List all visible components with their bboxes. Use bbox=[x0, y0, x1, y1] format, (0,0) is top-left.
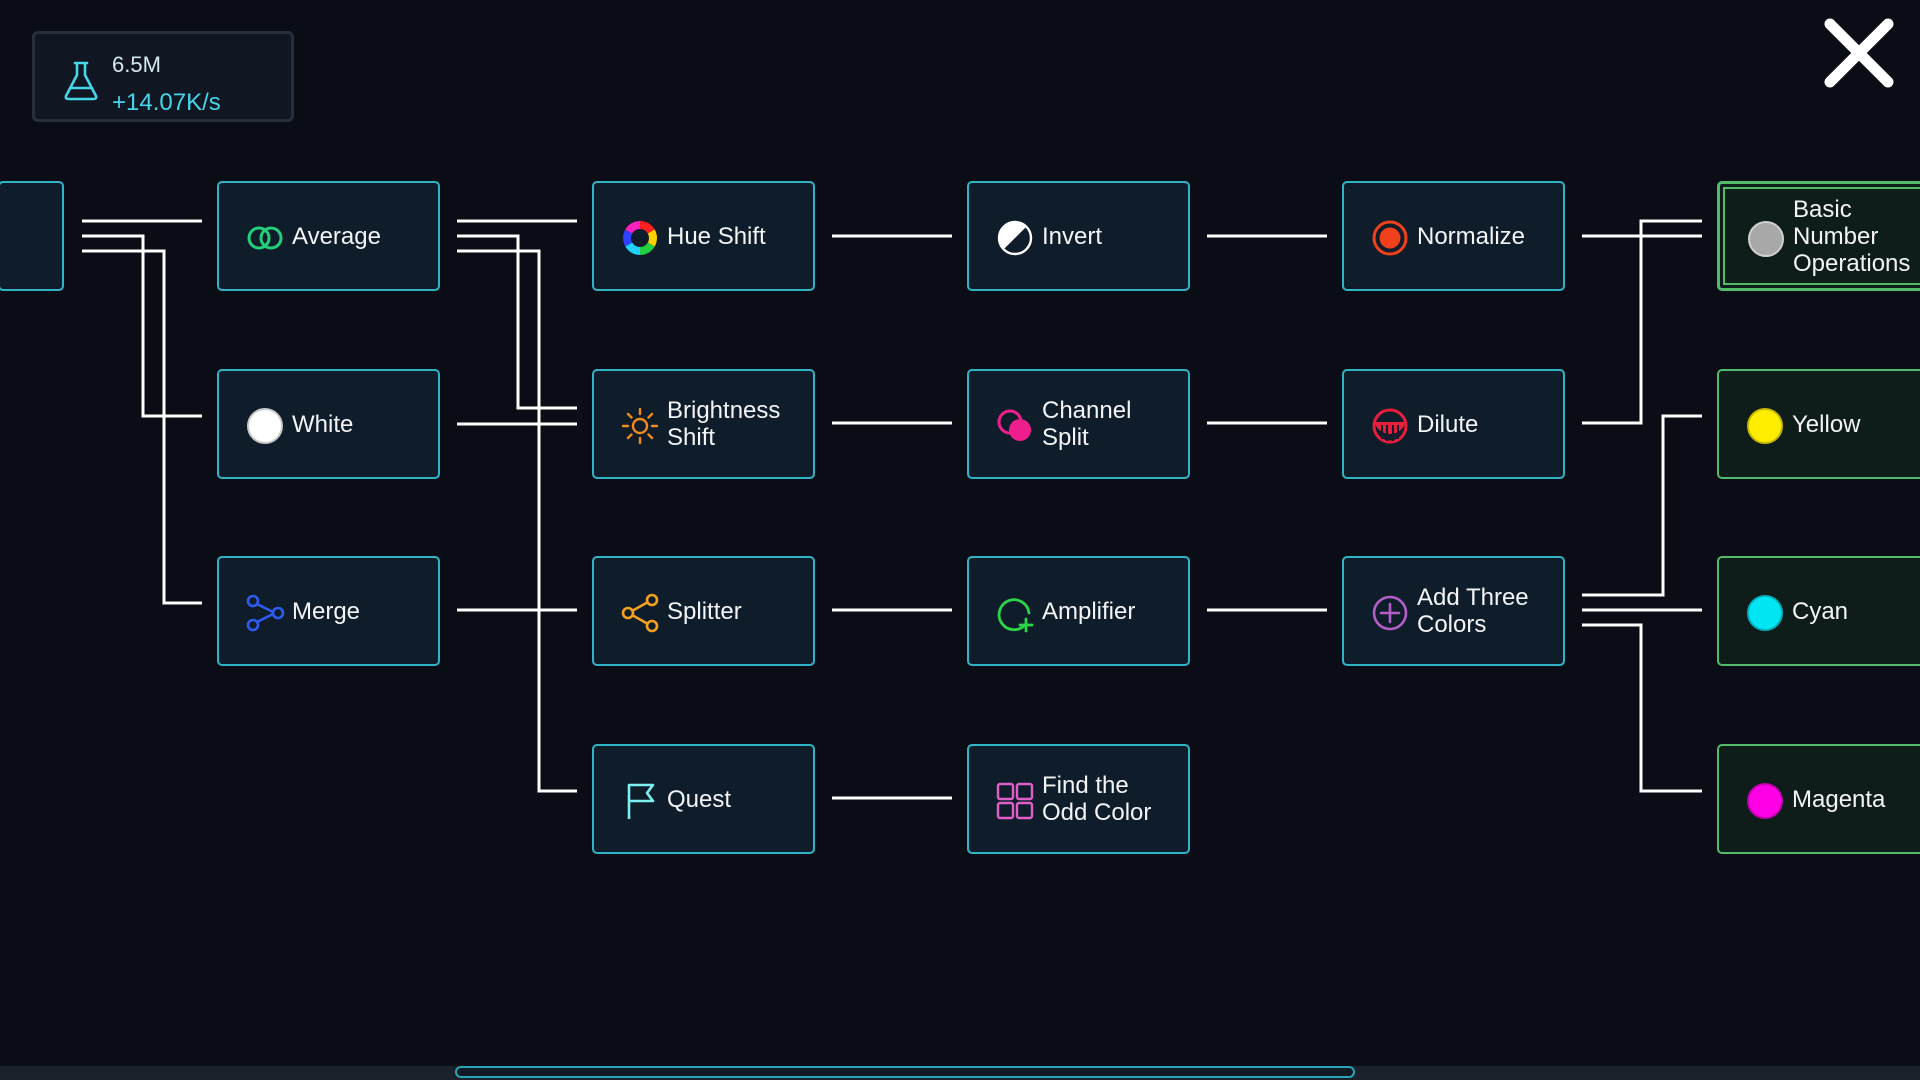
node-yellow[interactable]: Yellow bbox=[1717, 369, 1920, 479]
close-button[interactable] bbox=[1822, 16, 1896, 90]
node-quest-label: Quest bbox=[667, 785, 732, 813]
node-dilute-label: Dilute bbox=[1417, 410, 1479, 438]
node-invert[interactable]: Invert bbox=[967, 181, 1190, 291]
node-add-three-colors[interactable]: Add Three Colors bbox=[1342, 556, 1565, 666]
node-magenta-label: Magenta bbox=[1792, 785, 1886, 813]
yellow-dot-icon bbox=[1747, 408, 1783, 444]
amplifier-icon bbox=[997, 598, 1034, 633]
node-cyan-label: Cyan bbox=[1792, 597, 1849, 625]
flag-icon bbox=[627, 783, 655, 819]
node-hue-shift-label: Hue Shift bbox=[667, 222, 766, 250]
node-basic-number-operations[interactable]: Basic Number Operations bbox=[1717, 181, 1920, 291]
gray-dot-icon bbox=[1748, 221, 1784, 257]
wire-dilute-basic bbox=[1582, 234, 1702, 425]
node-average-label: Average bbox=[292, 222, 381, 250]
tech-tree-screen: 6.5M +14.07K/s Average White Merge Hue S… bbox=[0, 0, 1920, 1080]
node-brightness-shift-label: Brightness Shift bbox=[667, 397, 781, 451]
two-rings-icon bbox=[247, 226, 283, 250]
node-channel-split-label: Channel Split bbox=[1042, 397, 1132, 451]
node-channel-split[interactable]: Channel Split bbox=[967, 369, 1190, 479]
node-invert-label: Invert bbox=[1042, 222, 1103, 250]
channel-split-icon bbox=[997, 409, 1031, 441]
plus-circle-icon bbox=[1372, 595, 1408, 631]
invert-icon bbox=[997, 220, 1033, 256]
node-basic-number-operations-label: Basic Number Operations bbox=[1793, 195, 1911, 277]
node-offscreen-left[interactable] bbox=[0, 181, 64, 291]
node-merge[interactable]: Merge bbox=[217, 556, 440, 666]
node-normalize-label: Normalize bbox=[1417, 222, 1526, 250]
wire-add-magenta bbox=[1582, 623, 1702, 793]
node-dilute[interactable]: Dilute bbox=[1342, 369, 1565, 479]
white-dot-icon bbox=[247, 408, 283, 444]
flask-icon bbox=[64, 61, 98, 101]
magenta-dot-icon bbox=[1747, 783, 1783, 819]
share-icon bbox=[621, 593, 659, 633]
horizontal-scrollbar-thumb[interactable] bbox=[455, 1066, 1355, 1078]
node-cyan[interactable]: Cyan bbox=[1717, 556, 1920, 666]
wire-average-brightness bbox=[457, 234, 577, 410]
sun-icon bbox=[621, 407, 659, 445]
close-icon bbox=[1824, 18, 1894, 88]
target-icon bbox=[1372, 220, 1408, 256]
node-hue-shift[interactable]: Hue Shift bbox=[592, 181, 815, 291]
node-find-odd-color[interactable]: Find the Odd Color bbox=[967, 744, 1190, 854]
node-add-three-colors-label: Add Three Colors bbox=[1417, 584, 1529, 638]
node-white[interactable]: White bbox=[217, 369, 440, 479]
wire-normalize-basic bbox=[1582, 219, 1702, 238]
research-amount: 6.5M bbox=[112, 52, 161, 77]
connection-lines bbox=[82, 219, 1702, 800]
node-merge-label: Merge bbox=[292, 597, 361, 625]
node-splitter-label: Splitter bbox=[667, 597, 742, 625]
node-quest[interactable]: Quest bbox=[592, 744, 815, 854]
node-brightness-shift[interactable]: Brightness Shift bbox=[592, 369, 815, 479]
research-rate: +14.07K/s bbox=[112, 89, 221, 116]
node-normalize[interactable]: Normalize bbox=[1342, 181, 1565, 291]
node-average[interactable]: Average bbox=[217, 181, 440, 291]
wire-left-white bbox=[82, 234, 202, 418]
cyan-dot-icon bbox=[1747, 595, 1783, 631]
node-white-label: White bbox=[292, 410, 354, 438]
node-magenta[interactable]: Magenta bbox=[1717, 744, 1920, 854]
dilute-icon bbox=[1372, 408, 1408, 444]
wire-add-yellow bbox=[1582, 414, 1702, 597]
node-amplifier[interactable]: Amplifier bbox=[967, 556, 1190, 666]
node-amplifier-label: Amplifier bbox=[1042, 597, 1136, 625]
node-yellow-label: Yellow bbox=[1792, 410, 1861, 438]
node-splitter[interactable]: Splitter bbox=[592, 556, 815, 666]
research-counter: 6.5M +14.07K/s bbox=[32, 31, 294, 122]
node-find-odd-color-label: Find the Odd Color bbox=[1042, 772, 1152, 826]
merge-icon bbox=[246, 594, 285, 632]
color-wheel-icon bbox=[623, 221, 657, 255]
grid-icon bbox=[996, 782, 1034, 820]
